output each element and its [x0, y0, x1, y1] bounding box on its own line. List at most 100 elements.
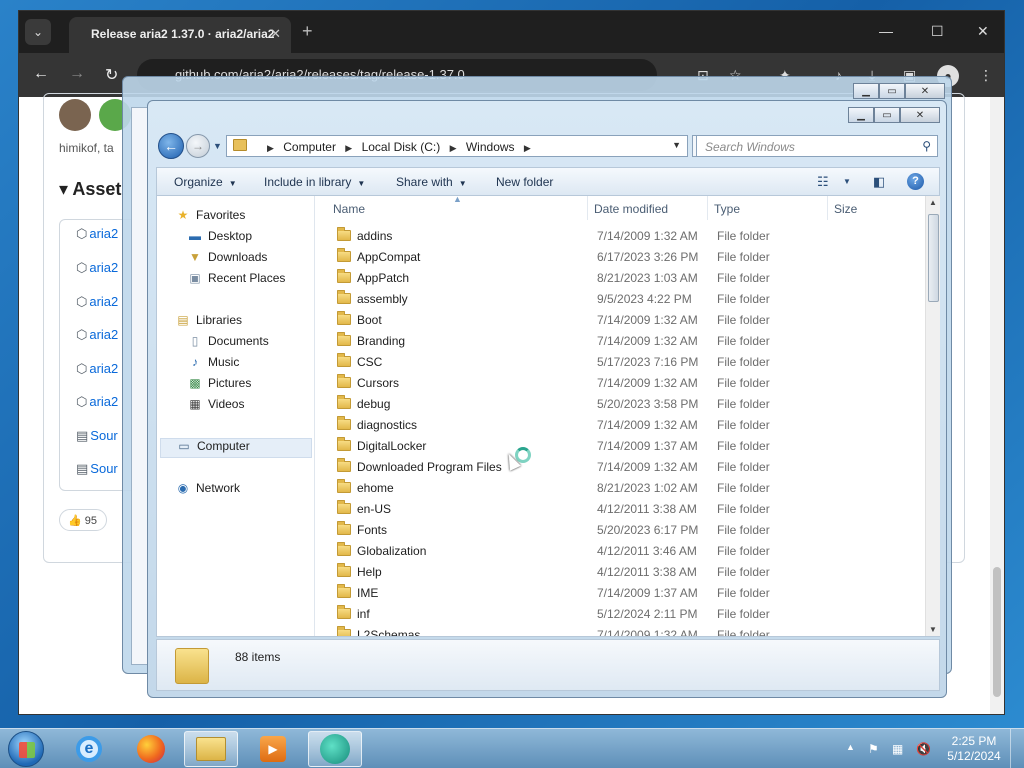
file-row[interactable]: en-US 4/12/2011 3:38 AM File folder: [317, 499, 925, 520]
search-input[interactable]: Search Windows ⚲: [696, 135, 938, 157]
taskbar-internet-explorer[interactable]: e: [62, 731, 116, 767]
scrollbar-thumb[interactable]: [993, 567, 1001, 697]
forward-button[interactable]: →: [186, 134, 210, 158]
assets-heading[interactable]: ▾ Asset: [59, 179, 121, 200]
asset-row[interactable]: ⬡ aria2: [76, 294, 118, 314]
recent-pages-dropdown[interactable]: ▼: [213, 141, 222, 151]
asset-row[interactable]: ⬡ aria2: [76, 394, 118, 414]
breadcrumb-computer[interactable]: Computer: [283, 140, 336, 154]
breadcrumb-chevron-icon[interactable]: ▶: [450, 143, 457, 153]
page-scrollbar[interactable]: [990, 97, 1004, 714]
breadcrumb-chevron-icon[interactable]: ▶: [345, 143, 352, 153]
tab-search-button[interactable]: ⌄: [25, 19, 51, 45]
breadcrumb-chevron-icon[interactable]: ▶: [524, 143, 531, 153]
file-row[interactable]: AppPatch 8/21/2023 1:03 AM File folder: [317, 268, 925, 289]
scroll-up-icon[interactable]: ▲: [929, 198, 937, 207]
nav-libraries[interactable]: ▤ Libraries: [175, 313, 242, 333]
file-row[interactable]: Boot 7/14/2009 1:32 AM File folder: [317, 310, 925, 331]
back-arrow-icon[interactable]: ←: [33, 65, 49, 83]
help-icon[interactable]: ?: [907, 173, 924, 190]
taskbar-app[interactable]: [308, 731, 362, 767]
file-row[interactable]: Cursors 7/14/2009 1:32 AM File folder: [317, 373, 925, 394]
file-row[interactable]: IME 7/14/2009 1:37 AM File folder: [317, 583, 925, 604]
volume-muted-icon[interactable]: 🔇: [916, 742, 931, 756]
nav-music[interactable]: ♪ Music: [187, 355, 239, 375]
file-row[interactable]: diagnostics 7/14/2009 1:32 AM File folder: [317, 415, 925, 436]
restore-button[interactable]: ▭: [874, 107, 900, 123]
file-list-scrollbar[interactable]: ▲ ▼: [925, 196, 940, 636]
breadcrumb-chevron-icon[interactable]: ▶: [267, 143, 274, 153]
view-options-dropdown-icon[interactable]: ▼: [843, 177, 851, 186]
asset-row[interactable]: ⬡ aria2: [76, 260, 118, 280]
preview-pane-icon[interactable]: ◧: [873, 174, 885, 190]
maximize-button[interactable]: ☐: [931, 23, 944, 40]
nav-videos[interactable]: ▦ Videos: [187, 397, 244, 417]
organize-button[interactable]: Organize ▼: [174, 175, 237, 189]
file-row[interactable]: AppCompat 6/17/2023 3:26 PM File folder: [317, 247, 925, 268]
back-button[interactable]: ←: [158, 133, 184, 159]
close-window-button[interactable]: ✕: [977, 23, 989, 40]
nav-computer[interactable]: ▭ Computer: [160, 438, 312, 458]
close-button[interactable]: ✕: [900, 107, 940, 123]
maximize-button[interactable]: ▭: [879, 83, 905, 99]
new-folder-button[interactable]: New folder: [496, 175, 553, 189]
close-tab-icon[interactable]: ✕: [270, 26, 281, 42]
asset-row[interactable]: ⬡ aria2: [76, 361, 118, 381]
minimize-button[interactable]: ▁: [848, 107, 874, 123]
nav-pictures[interactable]: ▩ Pictures: [187, 376, 251, 396]
file-row[interactable]: ehome 8/21/2023 1:02 AM File folder: [317, 478, 925, 499]
nav-recent-places[interactable]: ▣ Recent Places: [187, 271, 285, 291]
reload-icon[interactable]: ↻: [105, 65, 118, 85]
taskbar-media-player[interactable]: ▶: [246, 731, 300, 767]
close-button[interactable]: ✕: [905, 83, 945, 99]
start-button[interactable]: [8, 731, 44, 767]
change-view-icon[interactable]: ☷: [817, 174, 829, 190]
address-history-dropdown-icon[interactable]: ▼: [672, 140, 681, 150]
action-center-flag-icon[interactable]: ⚑: [868, 742, 879, 756]
show-desktop-button[interactable]: [1010, 729, 1024, 768]
file-row[interactable]: CSC 5/17/2023 7:16 PM File folder: [317, 352, 925, 373]
browser-tab[interactable]: Release aria2 1.37.0 · aria2/aria2 ✕: [69, 17, 291, 53]
column-header-name[interactable]: Name: [333, 196, 587, 220]
breadcrumb-windows[interactable]: Windows: [466, 140, 515, 154]
system-clock[interactable]: 2:25 PM 5/12/2024: [934, 734, 1014, 764]
file-row[interactable]: L2Schemas 7/14/2009 1:32 AM File folder: [317, 625, 925, 636]
column-header-date-modified[interactable]: Date modified: [587, 196, 709, 220]
file-row[interactable]: debug 5/20/2023 3:58 PM File folder: [317, 394, 925, 415]
new-tab-button[interactable]: +: [302, 21, 313, 42]
network-status-icon[interactable]: ▦: [892, 742, 903, 756]
taskbar-windows-explorer[interactable]: [184, 731, 238, 767]
file-row[interactable]: Globalization 4/12/2011 3:46 AM File folde…: [317, 541, 925, 562]
file-row[interactable]: DigitalLocker 7/14/2009 1:37 AM File folde…: [317, 436, 925, 457]
contributor-avatar[interactable]: [59, 99, 91, 131]
scroll-down-icon[interactable]: ▼: [929, 625, 937, 634]
include-in-library-button[interactable]: Include in library ▼: [264, 175, 365, 189]
file-row[interactable]: addins 7/14/2009 1:32 AM File folder: [317, 226, 925, 247]
asset-row[interactable]: ⬡ aria2: [76, 327, 118, 347]
forward-arrow-icon[interactable]: →: [69, 65, 85, 83]
file-row[interactable]: Downloaded Program Files 7/14/2009 1:32 A…: [317, 457, 925, 478]
file-row[interactable]: Help 4/12/2011 3:38 AM File folder: [317, 562, 925, 583]
file-row[interactable]: Fonts 5/20/2023 6:17 PM File folder: [317, 520, 925, 541]
search-icon[interactable]: ⚲: [922, 139, 931, 153]
asset-row[interactable]: ⬡ aria2: [76, 226, 118, 246]
minimize-button[interactable]: ▁: [853, 83, 879, 99]
asset-row[interactable]: ▤ Sour: [76, 461, 118, 481]
minimize-button[interactable]: —: [879, 23, 893, 39]
share-with-button[interactable]: Share with ▼: [396, 175, 467, 189]
show-hidden-icons-icon[interactable]: ▲: [846, 742, 855, 752]
column-header-size[interactable]: Size: [827, 196, 907, 220]
asset-row[interactable]: ▤ Sour: [76, 428, 118, 448]
file-row[interactable]: inf 5/12/2024 2:11 PM File folder: [317, 604, 925, 625]
nav-favorites[interactable]: ★ Favorites: [175, 208, 246, 228]
nav-desktop[interactable]: ▬ Desktop: [187, 229, 252, 249]
kebab-menu-icon[interactable]: ⋮: [979, 67, 993, 84]
breadcrumb-local-disk[interactable]: Local Disk (C:): [362, 140, 441, 154]
nav-downloads[interactable]: ▼ Downloads: [187, 250, 267, 270]
address-bar[interactable]: ▶ Computer ▶ Local Disk (C:) ▶ Windows ▶…: [226, 135, 688, 157]
taskbar-firefox[interactable]: [124, 731, 178, 767]
file-row[interactable]: Branding 7/14/2009 1:32 AM File folder: [317, 331, 925, 352]
scrollbar-thumb[interactable]: [928, 214, 939, 302]
file-row[interactable]: assembly 9/5/2023 4:22 PM File folder: [317, 289, 925, 310]
nav-documents[interactable]: ▯ Documents: [187, 334, 269, 354]
